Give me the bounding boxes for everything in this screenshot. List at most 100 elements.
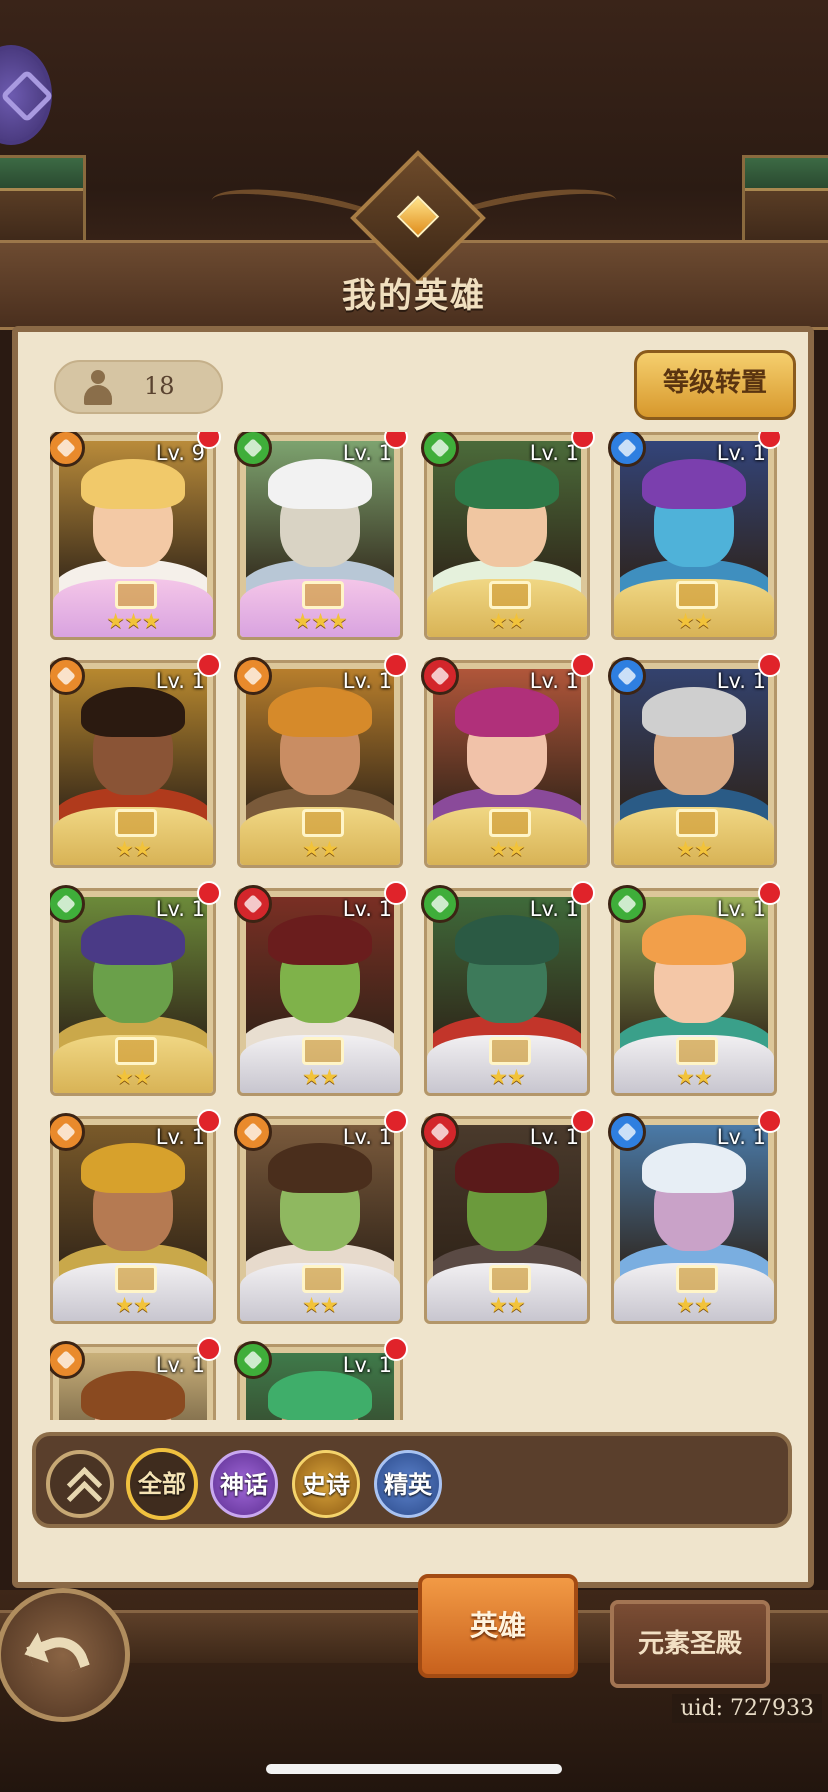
rank-emblem-icon: [115, 1265, 157, 1293]
hero-card[interactable]: ★★★ Lv. 9: [50, 432, 221, 640]
hero-card[interactable]: ★★ Lv. 1: [608, 881, 780, 1096]
star-rating: ★★: [115, 837, 152, 861]
filter-all-button[interactable]: 全部: [126, 1448, 198, 1520]
hero-card[interactable]: ★★ Lv. 1: [421, 1109, 595, 1324]
hero-count-badge: 18: [54, 360, 223, 414]
gem-icon: [396, 195, 440, 238]
hero-card[interactable]: ★★ Lv. 1: [421, 881, 595, 1096]
notification-dot: [197, 432, 221, 449]
star-rating: ★★: [302, 1293, 339, 1317]
hero-count: 18: [144, 372, 175, 400]
hero-card[interactable]: ★★ Lv. 1: [608, 653, 780, 868]
star-rating: ★★★: [106, 609, 160, 633]
hero-card[interactable]: ★★ Lv. 1: [50, 1109, 221, 1324]
star-rating: ★★: [676, 1065, 713, 1089]
water-element-icon: [608, 657, 646, 695]
filter-epic-button[interactable]: 史诗: [292, 1450, 360, 1518]
fire-element-icon: [234, 657, 272, 695]
hero-card[interactable]: ★★ Lv. 1: [421, 432, 595, 640]
hero-level: Lv. 1: [529, 441, 579, 465]
notification-dot: [384, 881, 408, 905]
blood-element-icon: [234, 885, 272, 923]
notification-dot: [758, 1109, 780, 1133]
hero-level: Lv. 1: [716, 441, 766, 465]
back-arrow-icon: [26, 1628, 90, 1684]
notification-dot: [197, 653, 221, 677]
left-pillar: [0, 155, 86, 251]
hero-level: Lv. 1: [716, 1125, 766, 1149]
level-transfer-button[interactable]: 等级转置: [634, 350, 796, 420]
water-element-icon: [608, 1113, 646, 1151]
star-rating: ★★: [676, 837, 713, 861]
notification-dot: [571, 1109, 595, 1133]
rank-emblem-icon: [302, 1037, 344, 1065]
rank-emblem-icon: [489, 1265, 531, 1293]
hero-card[interactable]: Lv. 1: [234, 1337, 408, 1420]
hero-card[interactable]: ★★★ Lv. 1: [234, 432, 408, 640]
rank-emblem-icon: [115, 809, 157, 837]
hero-card[interactable]: ★★ Lv. 1: [608, 432, 780, 640]
notification-dot: [384, 653, 408, 677]
wind-element-icon: [234, 1341, 272, 1379]
hero-card[interactable]: ★★ Lv. 1: [608, 1109, 780, 1324]
hero-level: Lv. 1: [155, 1125, 205, 1149]
back-button[interactable]: [0, 1588, 130, 1722]
notification-dot: [571, 432, 595, 449]
hero-level: Lv. 1: [342, 669, 392, 693]
wind-element-icon: [608, 885, 646, 923]
rank-emblem-icon: [302, 581, 344, 609]
notification-dot: [571, 653, 595, 677]
home-indicator: [266, 1764, 562, 1774]
hero-card[interactable]: ★★ Lv. 1: [421, 653, 595, 868]
page-title: 我的英雄: [342, 276, 486, 316]
rank-emblem-icon: [489, 1037, 531, 1065]
blood-element-icon: [421, 1113, 459, 1151]
hero-level: Lv. 9: [155, 441, 205, 465]
hero-level: Lv. 1: [155, 1353, 205, 1377]
hero-level: Lv. 1: [716, 669, 766, 693]
rank-emblem-icon: [115, 1037, 157, 1065]
hero-level: Lv. 1: [342, 441, 392, 465]
star-rating: ★★: [115, 1293, 152, 1317]
person-icon: [82, 370, 114, 405]
star-rating: ★★★: [293, 609, 347, 633]
notification-dot: [197, 881, 221, 905]
star-rating: ★★: [676, 609, 713, 633]
notification-dot: [758, 881, 780, 905]
hero-card[interactable]: ★★ Lv. 1: [234, 1109, 408, 1324]
hero-card[interactable]: ★★ Lv. 1: [50, 881, 221, 1096]
notification-dot: [197, 1337, 221, 1361]
hero-level: Lv. 1: [529, 1125, 579, 1149]
hero-level: Lv. 1: [155, 669, 205, 693]
hero-level: Lv. 1: [342, 1125, 392, 1149]
collapse-filter-button[interactable]: [46, 1450, 114, 1518]
right-pillar: [742, 155, 828, 251]
hero-card[interactable]: Lv. 1: [50, 1337, 221, 1420]
rarity-filter-bar: 全部 神话 史诗 精英: [32, 1432, 792, 1528]
hero-grid[interactable]: ★★★ Lv. 9 ★★★ Lv. 1 ★★ Lv. 1 ★★ Lv. 1 ★★ Lv. 1 ★★ L…: [50, 432, 780, 1420]
filter-elite-button[interactable]: 精英: [374, 1450, 442, 1518]
tab-heroes[interactable]: 英雄: [418, 1574, 578, 1678]
rank-emblem-icon: [115, 581, 157, 609]
notification-dot: [384, 1337, 408, 1361]
hero-card[interactable]: ★★ Lv. 1: [234, 653, 408, 868]
hero-level: Lv. 1: [716, 897, 766, 921]
filter-myth-button[interactable]: 神话: [210, 1450, 278, 1518]
hero-card[interactable]: ★★ Lv. 1: [234, 881, 408, 1096]
hero-card[interactable]: ★★ Lv. 1: [50, 653, 221, 868]
hero-level: Lv. 1: [529, 897, 579, 921]
hero-level: Lv. 1: [342, 1353, 392, 1377]
star-rating: ★★: [489, 1293, 526, 1317]
rank-emblem-icon: [676, 1037, 718, 1065]
notification-dot: [384, 1109, 408, 1133]
wind-element-icon: [421, 885, 459, 923]
notification-dot: [197, 1109, 221, 1133]
hero-level: Lv. 1: [342, 897, 392, 921]
hero-level: Lv. 1: [529, 669, 579, 693]
rank-emblem-icon: [676, 1265, 718, 1293]
rank-emblem-icon: [489, 809, 531, 837]
fire-element-icon: [234, 1113, 272, 1151]
tab-element-temple[interactable]: 元素圣殿: [610, 1600, 770, 1688]
uid-label: uid: 727933: [672, 1694, 822, 1723]
hero-level: Lv. 1: [155, 897, 205, 921]
